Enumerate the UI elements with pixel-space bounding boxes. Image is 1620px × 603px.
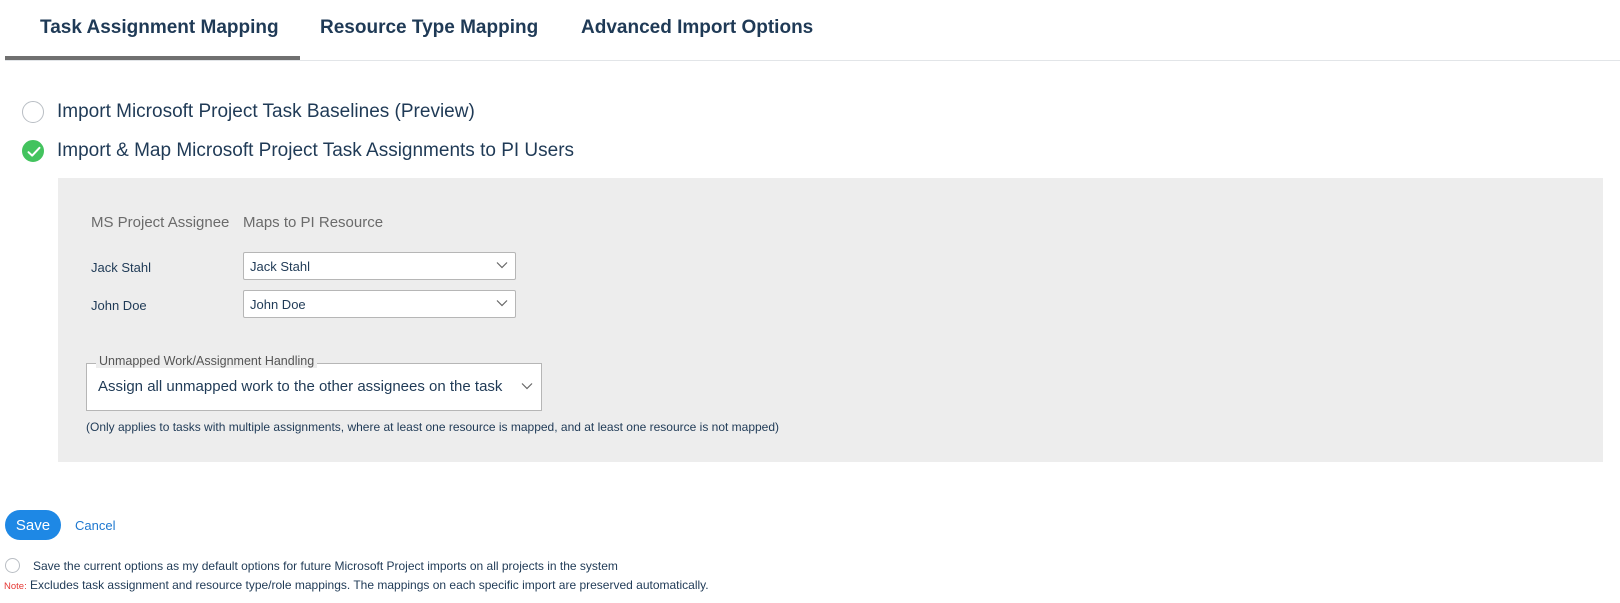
save-button[interactable]: Save	[5, 510, 61, 540]
resource-select-value: Jack Stahl	[250, 259, 310, 274]
tab-resource-type-mapping[interactable]: Resource Type Mapping	[320, 17, 538, 39]
resource-select-value: John Doe	[250, 297, 306, 312]
cancel-link[interactable]: Cancel	[75, 518, 115, 533]
resource-select[interactable]: John Doe	[243, 290, 516, 318]
import-assignments-option[interactable]: Import & Map Microsoft Project Task Assi…	[22, 140, 574, 162]
unmapped-work-select[interactable]: Assign all unmapped work to the other as…	[86, 363, 542, 411]
chevron-down-icon	[496, 262, 508, 269]
tab-task-assignment-mapping[interactable]: Task Assignment Mapping	[40, 17, 279, 39]
tab-bar: Task Assignment Mapping Resource Type Ma…	[5, 0, 1620, 61]
unmapped-work-legend: Unmapped Work/Assignment Handling	[96, 354, 318, 368]
note-body: Excludes task assignment and resource ty…	[26, 578, 709, 592]
unmapped-work-hint: (Only applies to tasks with multiple ass…	[86, 420, 780, 434]
assignee-name: Jack Stahl	[91, 260, 151, 275]
save-default-option[interactable]: Save the current options as my default o…	[5, 558, 618, 573]
unmapped-work-value: Assign all unmapped work to the other as…	[98, 378, 503, 395]
header-maps-to-pi-resource: Maps to PI Resource	[243, 214, 384, 231]
assignment-mapping-panel: MS Project Assignee Maps to PI Resource …	[58, 178, 1603, 462]
save-default-radio[interactable]	[5, 558, 20, 573]
import-assignments-label: Import & Map Microsoft Project Task Assi…	[57, 140, 575, 161]
chevron-down-icon	[521, 383, 533, 390]
header-ms-project-assignee: MS Project Assignee	[91, 214, 230, 231]
import-baselines-label: Import Microsoft Project Task Baselines …	[57, 101, 475, 122]
assignee-name: John Doe	[91, 298, 147, 313]
tab-advanced-import-options[interactable]: Advanced Import Options	[581, 17, 813, 39]
resource-select[interactable]: Jack Stahl	[243, 252, 516, 280]
note-text: Note: Excludes task assignment and resou…	[4, 578, 709, 592]
import-baselines-radio[interactable]	[22, 101, 44, 123]
active-tab-indicator	[5, 56, 300, 60]
import-assignments-radio[interactable]	[22, 140, 44, 162]
import-baselines-option[interactable]: Import Microsoft Project Task Baselines …	[22, 101, 475, 123]
chevron-down-icon	[496, 300, 508, 307]
note-prefix: Note:	[4, 581, 27, 592]
check-icon	[27, 146, 41, 157]
save-default-label: Save the current options as my default o…	[33, 558, 618, 573]
